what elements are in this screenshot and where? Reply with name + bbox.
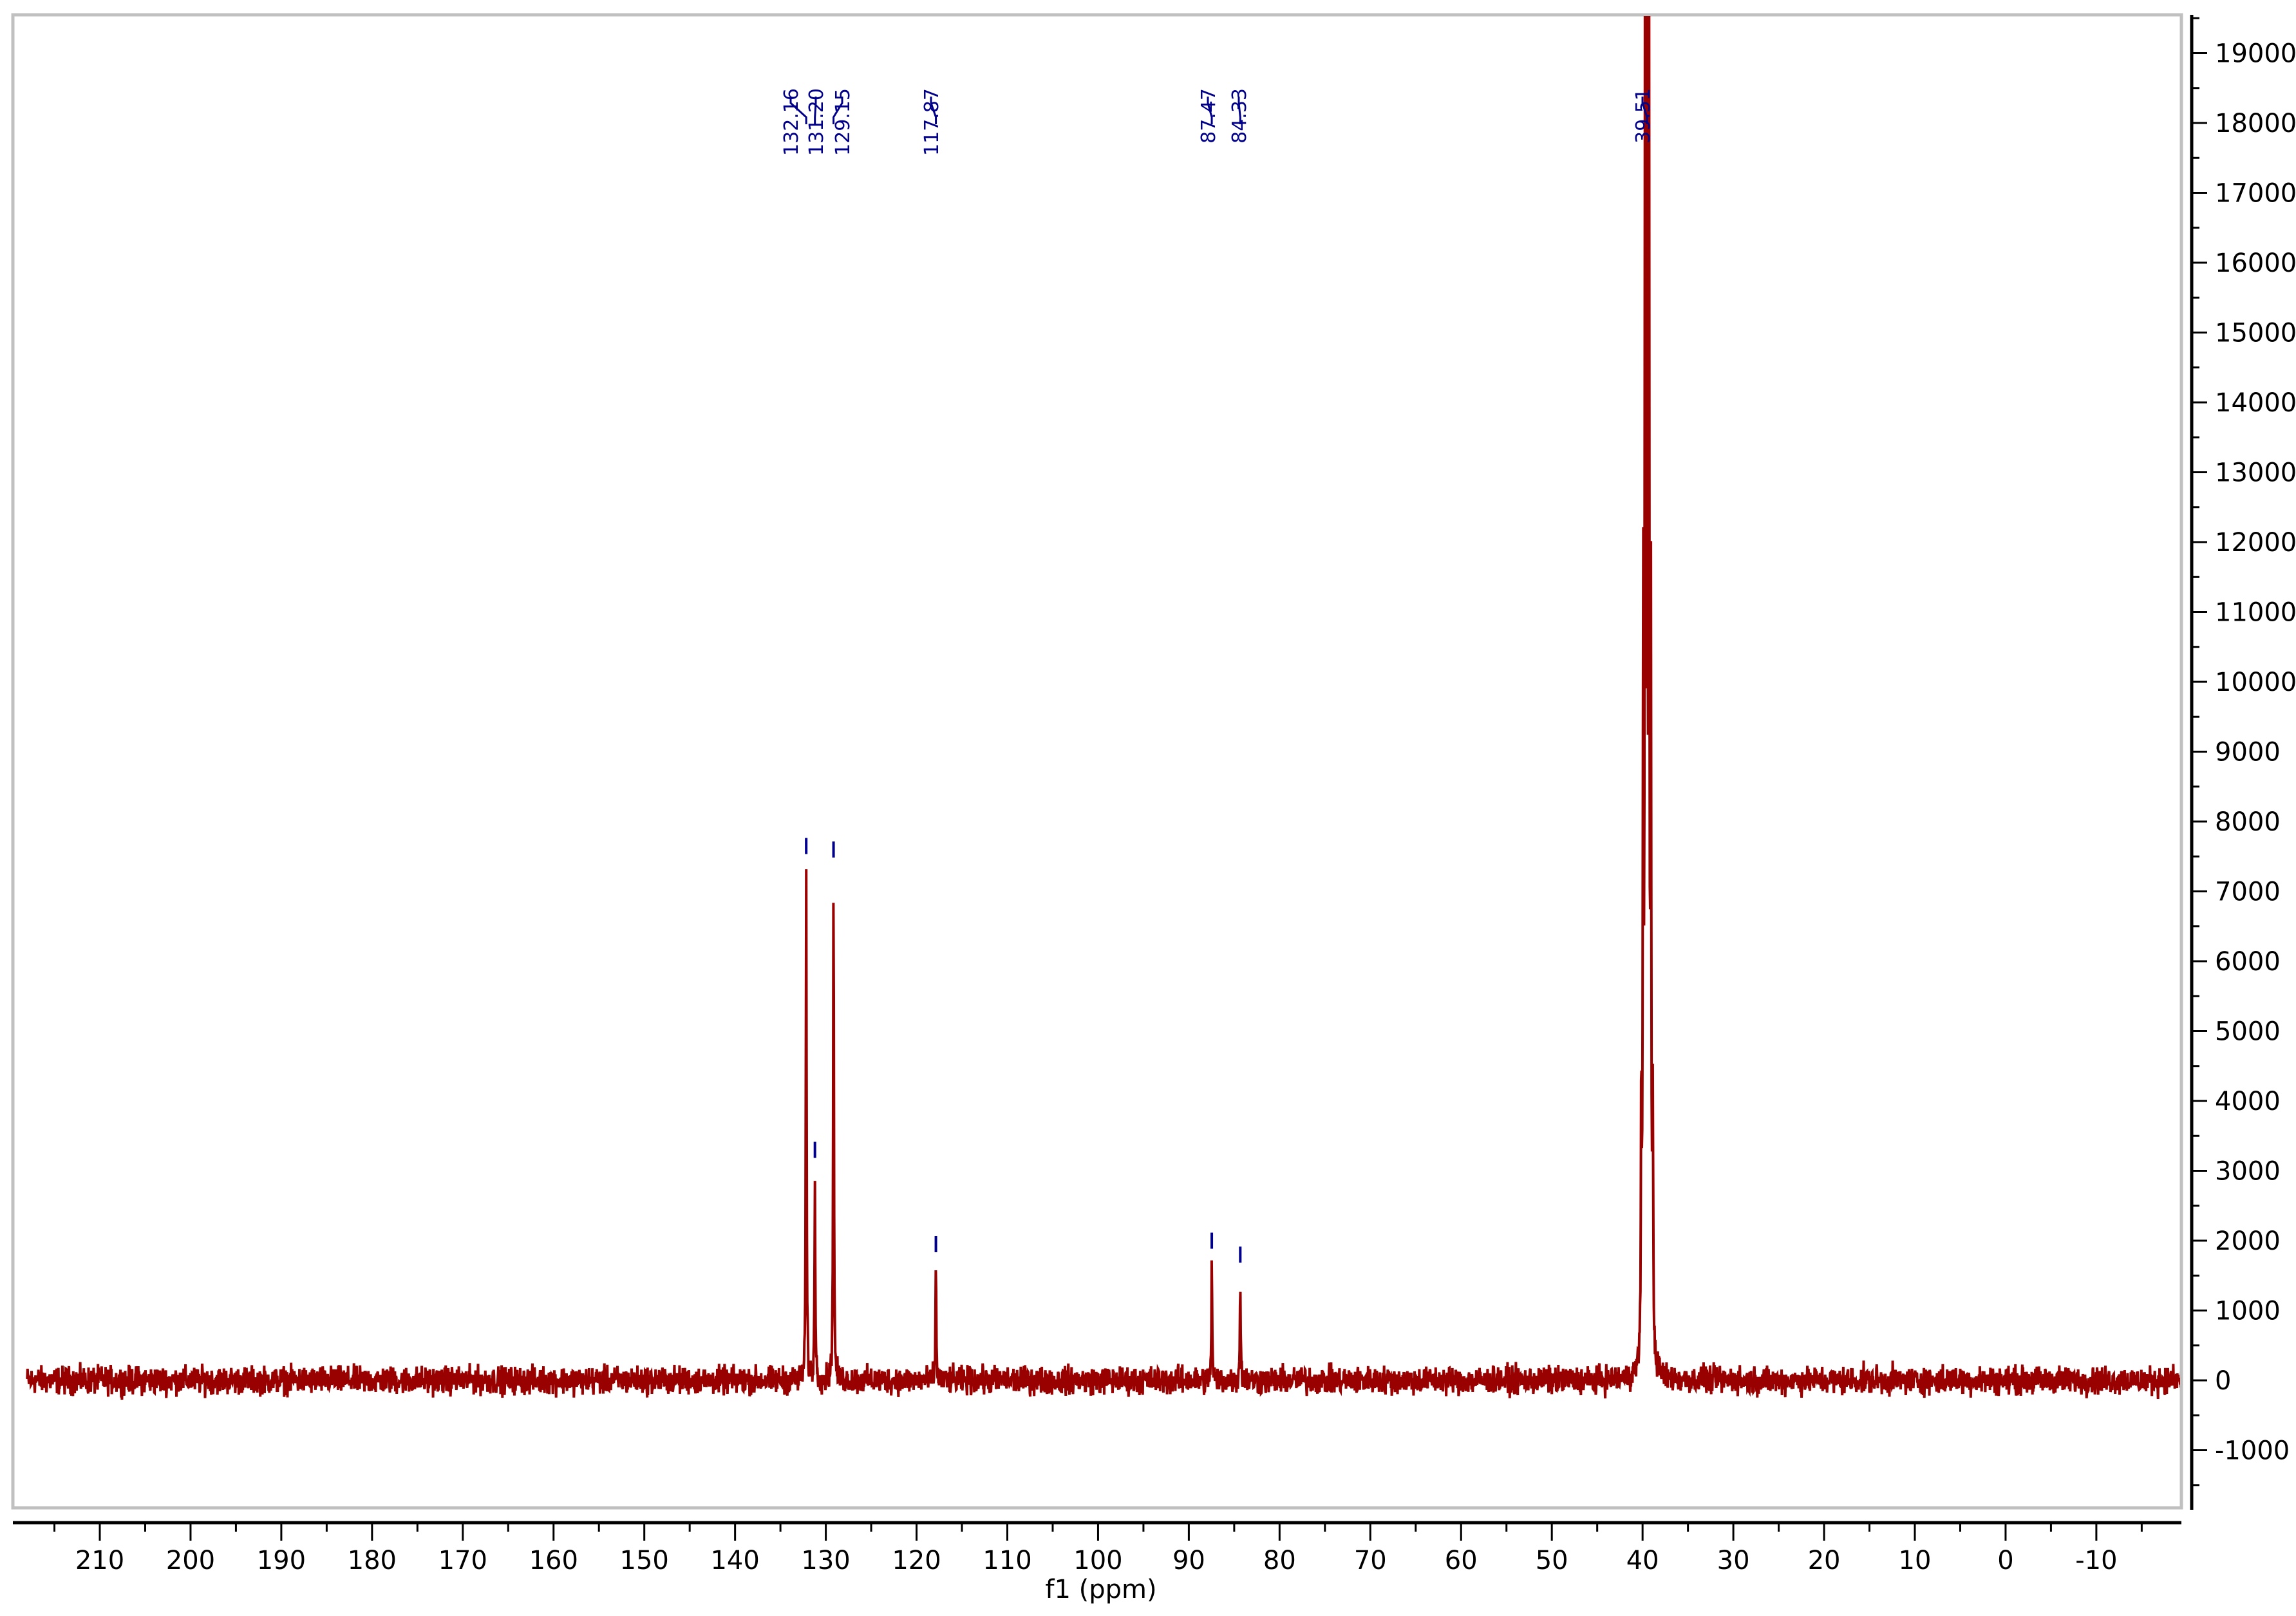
y-tick-label: 11000 <box>2215 598 2296 628</box>
x-tick-label: 140 <box>710 1546 759 1575</box>
x-tick-label: 50 <box>1536 1546 1568 1575</box>
x-tick-label: 170 <box>438 1546 487 1575</box>
plot-frame <box>11 13 2183 1510</box>
x-tick-label: 20 <box>1808 1546 1841 1575</box>
x-tick-label: 200 <box>166 1546 215 1575</box>
y-tick-label: 3000 <box>2215 1157 2281 1187</box>
y-tick-label: 16000 <box>2215 249 2296 278</box>
y-tick-label: 14000 <box>2215 388 2296 418</box>
x-tick-label: 160 <box>529 1546 578 1575</box>
y-tick-label: 7000 <box>2215 878 2281 907</box>
x-tick-label: 30 <box>1717 1546 1750 1575</box>
nmr-spectrum-chart: 132.16 131.20 129.15 117.87 87.47 84.33 39.51 … <box>11 13 2296 1604</box>
x-tick-label: 90 <box>1172 1546 1205 1575</box>
peak-label-connector <box>814 97 817 124</box>
x-tick-label: 130 <box>801 1546 850 1575</box>
y-tick-label: 2000 <box>2215 1226 2281 1256</box>
y-tick-label: -1000 <box>2215 1436 2290 1466</box>
y-tick-label: 12000 <box>2215 528 2296 558</box>
x-tick-label: 0 <box>1997 1546 2013 1575</box>
x-tick-label: -10 <box>2075 1546 2117 1575</box>
y-tick-label: 19000 <box>2215 39 2296 69</box>
peak-label: 87.47 <box>1198 88 1220 144</box>
y-tick-label: 9000 <box>2215 738 2281 767</box>
x-tick-label: 100 <box>1073 1546 1122 1575</box>
x-tick-label: 210 <box>75 1546 124 1575</box>
x-tick-label: 40 <box>1626 1546 1659 1575</box>
x-tick-label: 60 <box>1445 1546 1478 1575</box>
y-tick-label: 1000 <box>2215 1297 2281 1326</box>
x-tick-label: 150 <box>620 1546 669 1575</box>
y-tick-label: 17000 <box>2215 179 2296 209</box>
y-tick-label: 4000 <box>2215 1087 2281 1116</box>
x-tick-label: 110 <box>983 1546 1031 1575</box>
y-tick-label: 6000 <box>2215 947 2281 977</box>
peak-label: 39.51 <box>1632 88 1655 144</box>
y-tick-label: 8000 <box>2215 807 2281 837</box>
y-tick-label: 13000 <box>2215 458 2296 488</box>
x-tick-label: 10 <box>1899 1546 1932 1575</box>
x-axis-title: f1 (ppm) <box>1045 1575 1156 1604</box>
y-tick-label: 15000 <box>2215 319 2296 348</box>
x-tick-label: 120 <box>892 1546 941 1575</box>
y-tick-label: 10000 <box>2215 668 2296 697</box>
y-tick-label: 18000 <box>2215 109 2296 138</box>
y-tick-label: 5000 <box>2215 1017 2281 1047</box>
x-tick-label: 70 <box>1354 1546 1387 1575</box>
x-tick-label: 180 <box>348 1546 397 1575</box>
x-tick-label: 80 <box>1263 1546 1296 1575</box>
y-tick-label: 0 <box>2215 1366 2231 1396</box>
x-tick-label: 190 <box>257 1546 306 1575</box>
